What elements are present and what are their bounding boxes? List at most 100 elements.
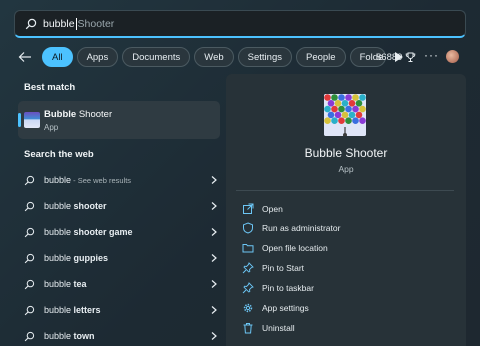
shield-icon bbox=[243, 222, 253, 234]
web-suggestion-row[interactable]: bubble shooter bbox=[24, 196, 218, 216]
folder-icon bbox=[242, 244, 254, 253]
bubble-mark bbox=[324, 105, 331, 113]
bubble-mark bbox=[324, 117, 331, 124]
search-icon bbox=[24, 305, 35, 315]
chevron-right-icon bbox=[211, 202, 217, 210]
uninstall-action[interactable]: Uninstall bbox=[242, 320, 295, 336]
web-suggestion-text: bubble shooter bbox=[44, 201, 210, 211]
chevron-right-icon bbox=[211, 176, 217, 184]
text-caret bbox=[75, 17, 77, 30]
suggestion-completion: shooter bbox=[73, 201, 107, 211]
web-suggestion-text: bubble town bbox=[44, 331, 210, 341]
bubble-shooter-large-icon bbox=[324, 94, 366, 136]
more-options-icon[interactable]: ··· bbox=[424, 48, 439, 62]
bubble-mark bbox=[331, 94, 338, 101]
avatar[interactable] bbox=[446, 50, 459, 63]
web-suggestion-row[interactable]: bubble town bbox=[24, 326, 218, 346]
gear-icon bbox=[243, 303, 253, 313]
search-icon bbox=[24, 331, 35, 341]
suggestion-completion: letters bbox=[73, 305, 101, 315]
best-match-item[interactable]: Bubble Shooter App bbox=[18, 101, 220, 139]
bubble-mark bbox=[334, 100, 342, 107]
search-icon bbox=[24, 175, 35, 185]
best-match-type: App bbox=[44, 123, 59, 132]
search-icon bbox=[24, 227, 35, 237]
trophy-icon bbox=[406, 52, 416, 62]
chevron-right-icon bbox=[211, 228, 217, 236]
bubble-mark bbox=[327, 100, 335, 107]
run-as-administrator-action[interactable]: Run as administrator bbox=[242, 220, 340, 236]
best-match-heading: Best match bbox=[24, 82, 76, 93]
bubble-mark bbox=[348, 100, 356, 107]
web-suggestion-text: bubble - See web results bbox=[44, 175, 210, 185]
web-suggestion-row[interactable]: bubble tea bbox=[24, 274, 218, 294]
pin-to-start-action[interactable]: Pin to Start bbox=[242, 260, 304, 276]
selection-indicator bbox=[18, 113, 21, 127]
bubble-mark bbox=[352, 94, 359, 101]
bubble-mark bbox=[331, 105, 338, 113]
open-file-location-action[interactable]: Open file location bbox=[242, 240, 328, 256]
bubble-mark bbox=[338, 117, 345, 124]
web-suggestion-row[interactable]: bubble guppies bbox=[24, 248, 218, 268]
rewards-points-value: 86889 bbox=[376, 52, 403, 63]
bubble-mark bbox=[331, 117, 338, 124]
bubble-mark bbox=[359, 117, 366, 124]
bubble-mark bbox=[352, 105, 359, 113]
detail-title: Bubble Shooter bbox=[304, 146, 388, 160]
bubble-mark bbox=[324, 94, 331, 101]
web-suggestion-text: bubble tea bbox=[44, 279, 210, 289]
bubble-mark bbox=[338, 105, 345, 113]
chevron-right-icon bbox=[211, 306, 217, 314]
filter-chip-people[interactable]: People bbox=[295, 47, 346, 67]
suggestion-completion: guppies bbox=[73, 253, 109, 263]
bubble-mark bbox=[341, 100, 349, 107]
best-match-title: Bubble Shooter bbox=[44, 109, 113, 120]
bubble-mark bbox=[345, 94, 352, 101]
filter-chip-web[interactable]: Web bbox=[194, 47, 234, 67]
web-suggestion-row[interactable]: bubble letters bbox=[24, 300, 218, 320]
pin-to-taskbar-action[interactable]: Pin to taskbar bbox=[242, 280, 314, 296]
bubble-mark bbox=[327, 111, 335, 119]
bubble-mark bbox=[352, 117, 359, 124]
web-suggestion-row[interactable]: bubble shooter game bbox=[24, 222, 218, 242]
search-input[interactable]: bubble Shooter bbox=[14, 10, 466, 38]
search-suggestion-text: Shooter bbox=[77, 17, 115, 30]
filter-chip-documents[interactable]: Documents bbox=[122, 47, 191, 67]
back-button[interactable] bbox=[16, 48, 34, 66]
search-icon bbox=[24, 279, 35, 289]
chevron-right-icon bbox=[211, 332, 217, 340]
filter-chip-apps[interactable]: Apps bbox=[76, 47, 119, 67]
chevron-right-icon bbox=[211, 280, 217, 288]
bubble-mark bbox=[359, 105, 366, 113]
search-icon bbox=[24, 253, 35, 263]
bubble-mark bbox=[338, 94, 345, 101]
suggestion-completion: town bbox=[73, 331, 95, 341]
web-suggestion-text: bubble guppies bbox=[44, 253, 210, 263]
app-settings-action[interactable]: App settings bbox=[242, 300, 309, 316]
filter-chip-all[interactable]: All bbox=[42, 47, 73, 67]
bubble-mark bbox=[355, 100, 363, 107]
trash-icon bbox=[243, 323, 253, 334]
suggestion-query: bubble bbox=[44, 331, 74, 341]
bubble-shooter-app-icon bbox=[24, 112, 40, 128]
bubble-mark bbox=[345, 117, 352, 124]
search-typed-text: bubble bbox=[43, 17, 75, 30]
app-settings-label: App settings bbox=[262, 303, 309, 313]
open-icon bbox=[243, 203, 254, 214]
suggestion-completion: tea bbox=[73, 279, 87, 289]
pin-icon bbox=[242, 282, 254, 294]
pin-icon bbox=[242, 262, 254, 274]
filter-chip-settings[interactable]: Settings bbox=[237, 47, 292, 67]
run-as-administrator-label: Run as administrator bbox=[262, 223, 341, 233]
open-action[interactable]: Open bbox=[242, 201, 283, 217]
detail-type: App bbox=[338, 164, 354, 174]
suggestion-query: bubble bbox=[44, 175, 72, 185]
rewards-points[interactable]: 86889 bbox=[376, 52, 416, 63]
chevron-right-icon bbox=[211, 254, 217, 262]
suggestion-completion: shooter game bbox=[73, 227, 133, 237]
bubble-mark bbox=[348, 111, 356, 119]
suggestion-extra: - See web results bbox=[71, 176, 132, 185]
web-suggestion-row[interactable]: bubble - See web results bbox=[24, 170, 218, 190]
open-file-location-label: Open file location bbox=[262, 243, 328, 253]
search-icon bbox=[24, 201, 35, 211]
